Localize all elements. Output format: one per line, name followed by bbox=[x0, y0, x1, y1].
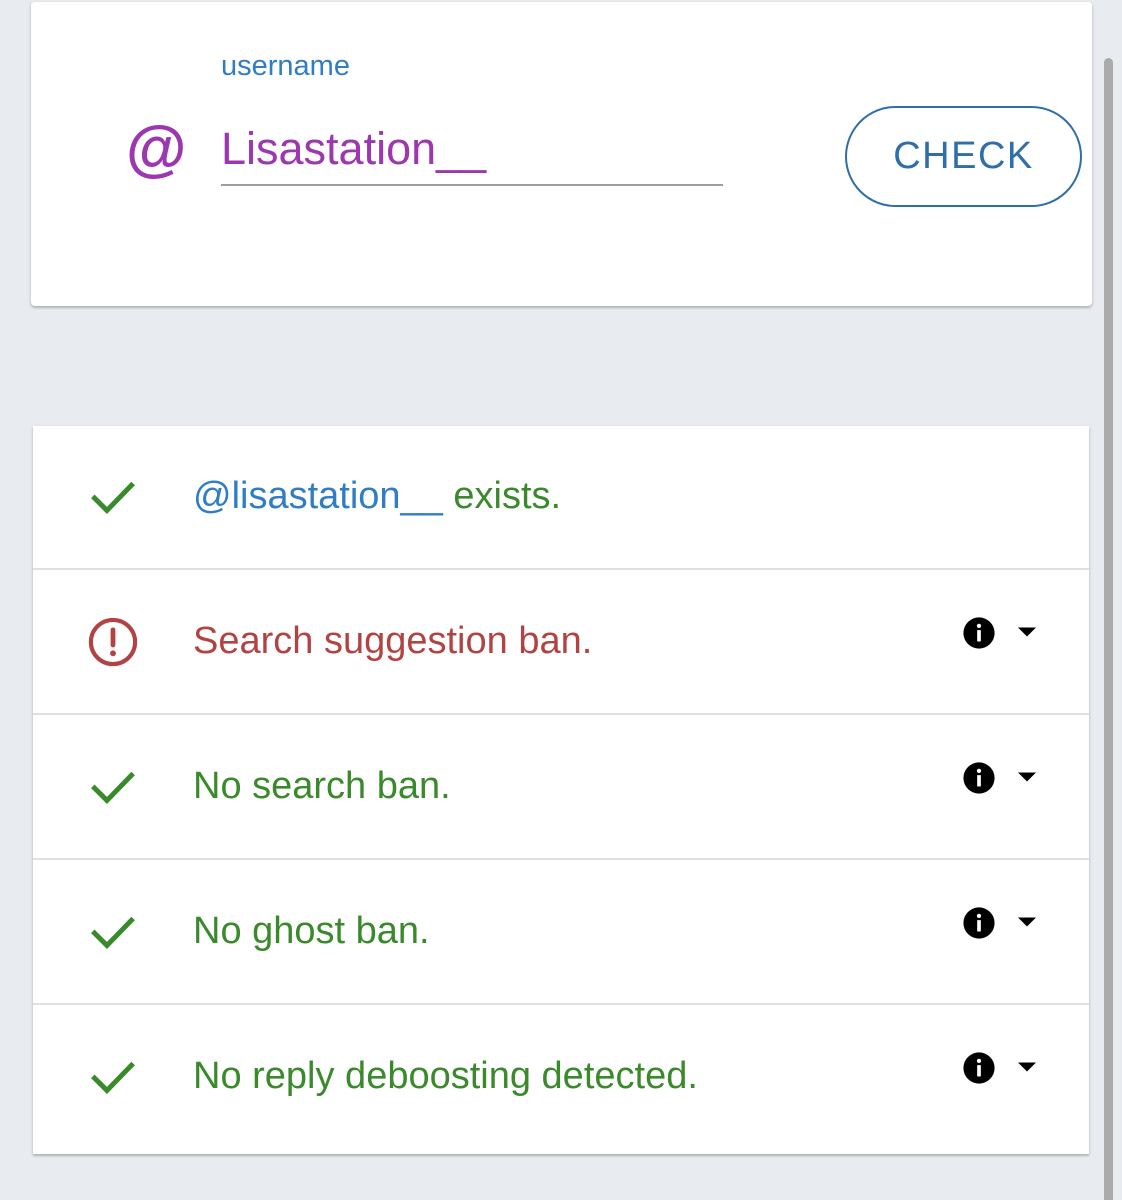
result-row-search-suggestion-ban[interactable]: Search suggestion ban. bbox=[33, 571, 1089, 715]
result-row-account-exists: @lisastation__ exists. bbox=[33, 426, 1089, 570]
caret-down-icon[interactable] bbox=[1018, 627, 1036, 637]
check-icon bbox=[91, 916, 135, 949]
caret-down-icon[interactable] bbox=[1018, 917, 1036, 927]
result-handle[interactable]: @lisastation__ bbox=[193, 475, 443, 517]
username-field-label: username bbox=[221, 50, 350, 82]
check-icon bbox=[91, 1061, 135, 1094]
result-row-search-ban[interactable]: No search ban. bbox=[33, 716, 1089, 860]
check-icon bbox=[91, 481, 135, 514]
result-message: No reply deboosting detected. bbox=[193, 1055, 698, 1097]
info-icon[interactable] bbox=[962, 1051, 996, 1085]
info-icon[interactable] bbox=[962, 761, 996, 795]
username-input[interactable] bbox=[221, 114, 723, 186]
caret-down-icon[interactable] bbox=[1018, 772, 1036, 782]
result-text: @lisastation__ exists. bbox=[193, 472, 561, 520]
info-icon[interactable] bbox=[962, 616, 996, 650]
scrollbar-thumb[interactable] bbox=[1104, 58, 1113, 1200]
caret-down-icon[interactable] bbox=[1018, 1062, 1036, 1072]
result-row-reply-deboosting[interactable]: No reply deboosting detected. bbox=[33, 1006, 1089, 1150]
check-button[interactable]: CHECK bbox=[845, 106, 1082, 207]
result-message: No ghost ban. bbox=[193, 910, 430, 952]
result-message: No search ban. bbox=[193, 765, 451, 807]
username-check-card: username @ CHECK bbox=[31, 2, 1092, 306]
results-list: @lisastation__ exists. Search suggestion… bbox=[33, 426, 1089, 1154]
check-icon bbox=[91, 771, 135, 804]
result-row-ghost-ban[interactable]: No ghost ban. bbox=[33, 861, 1089, 1005]
alert-circle-icon bbox=[88, 617, 138, 667]
at-sign-icon: @ bbox=[125, 115, 186, 184]
info-icon[interactable] bbox=[962, 906, 996, 940]
result-message: Search suggestion ban. bbox=[193, 620, 593, 662]
result-message: exists. bbox=[442, 475, 562, 517]
